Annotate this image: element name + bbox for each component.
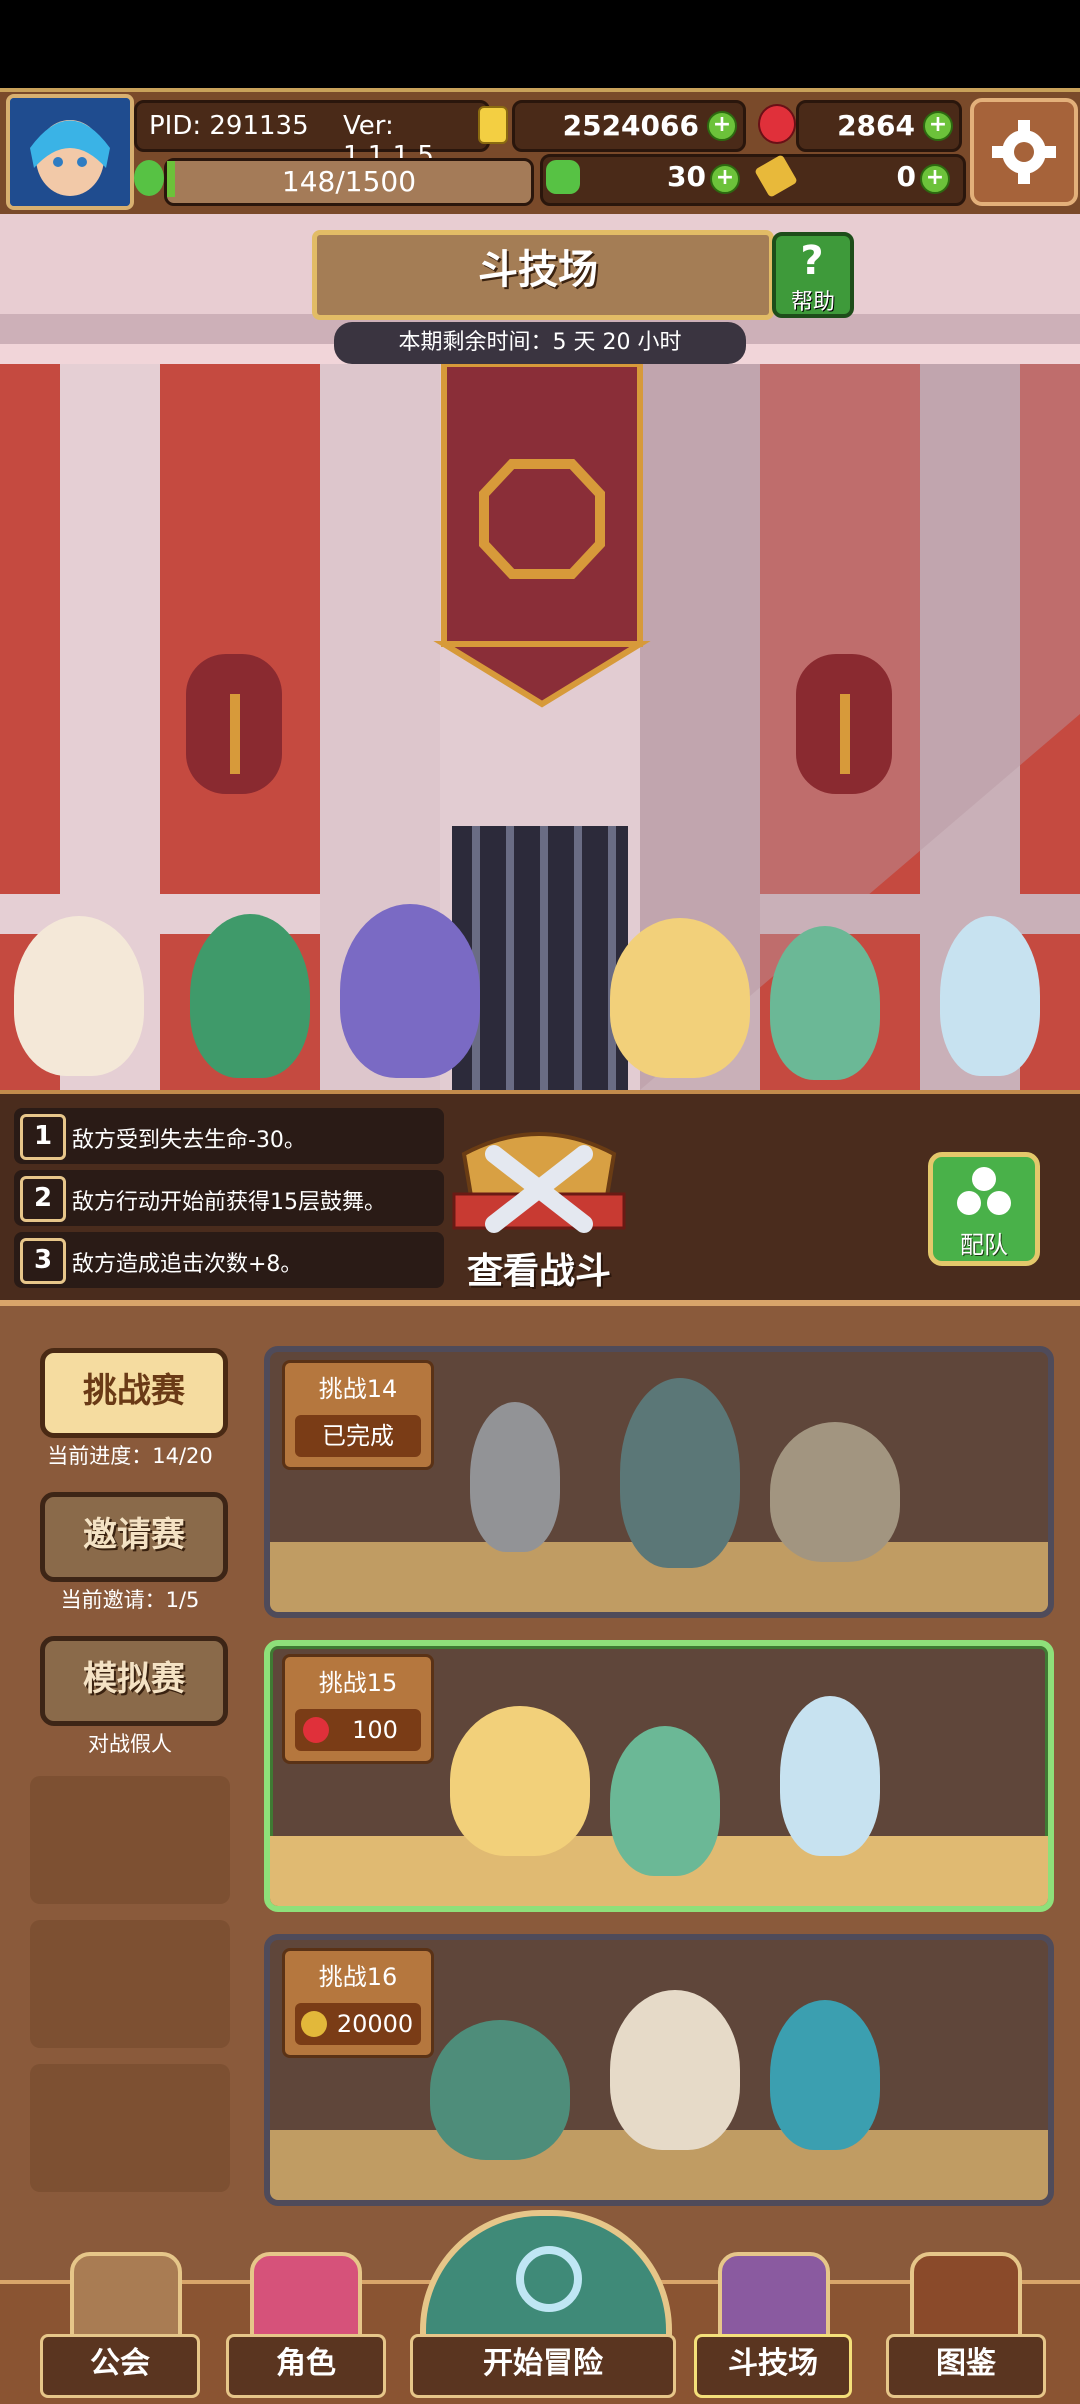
challenge-card-16[interactable]: 挑战16 20000 [264,1934,1054,2206]
gold-panel: 2524066 + [512,100,746,152]
challenge-card-15[interactable]: 挑战15 100 [264,1640,1054,1912]
team-icon [957,1167,1011,1215]
reward-amount: 20000 [336,2010,414,2038]
view-battle-button[interactable]: 查看战斗 [444,1124,634,1294]
stamina-clover-icon [134,160,164,196]
ruby-panel: 2864 + [796,100,962,152]
gold-amount: 2524066 [562,109,699,142]
challenge-title: 挑战16 [318,1963,398,1991]
pid-text: PID: 291135 [149,111,309,141]
key-amount: 0 [896,160,916,193]
character-ice-spirit[interactable] [940,916,1040,1076]
team-setup-button[interactable]: 配队 [928,1152,1040,1266]
player-info-panel: PID: 291135 Ver: 1.1.1.5 [134,100,490,171]
simulation-desc: 对战假人 [88,1732,172,1756]
gold-coin-icon [301,2011,327,2037]
challenge-reward: 100 [295,1709,421,1751]
nav-start-adventure[interactable]: 开始冒险 [410,2334,676,2398]
ruby-amount: 2864 [837,109,915,142]
nav-codex[interactable]: 图鉴 [886,2334,1046,2398]
nav-guild[interactable]: 公会 [40,2334,200,2398]
ruby-icon [303,1717,329,1743]
gear-icon [992,120,1056,184]
buff-number: 1 [20,1114,66,1160]
challenge-progress: 当前进度：14/20 [47,1444,213,1468]
buff-text: 敌方受到失去生命-30。 [72,1128,306,1153]
opponent-swordswoman [430,2020,570,2160]
challenge-title: 挑战14 [318,1375,398,1403]
ruby-icon [758,104,796,144]
challenge-reward: 20000 [295,2003,421,2045]
help-label: 帮助 [790,290,835,315]
challenge-card-14[interactable]: 挑战14 已完成 [264,1346,1054,1618]
opponent-mermaid [620,1378,740,1568]
opponent-blonde [770,1422,900,1562]
empty-slot [30,2064,230,2192]
buff-item: 2 敌方行动开始前获得15层鼓舞。 [14,1170,444,1226]
opponent-blonde [450,1706,590,1856]
crossed-swords-icon[interactable] [718,2252,830,2346]
mode-simulation-button[interactable]: 模拟赛 [40,1636,228,1726]
buff-text: 敌方造成追击次数+8。 [72,1252,303,1277]
gold-coin-icon [478,106,508,144]
character-icon[interactable] [250,2252,362,2346]
season-timer: 本期剩余时间：5 天 20 小时 [334,322,746,364]
nav-arena[interactable]: 斗技场 [694,2334,852,2398]
mode-challenge-button[interactable]: 挑战赛 [40,1348,228,1438]
nav-character[interactable]: 角色 [226,2334,386,2398]
settings-button[interactable] [970,98,1078,206]
book-icon[interactable] [910,2252,1022,2346]
mode-invite-button[interactable]: 邀请赛 [40,1492,228,1582]
character-blonde[interactable] [610,918,750,1078]
add-ruby-button[interactable]: + [923,111,953,141]
add-gold-button[interactable]: + [707,111,737,141]
arena-title: 斗技场 [478,247,598,293]
challenge-label: 挑战16 20000 [282,1948,434,2058]
buff-number: 2 [20,1176,66,1222]
guild-icon[interactable] [70,2252,182,2346]
invite-progress: 当前邀请：1/5 [60,1588,200,1612]
buff-item: 3 敌方造成追击次数+8。 [14,1232,444,1288]
opponent-queen [610,1990,740,2150]
avatar-portrait-icon [10,98,130,206]
buff-number: 3 [20,1238,66,1284]
opponent-ice-golem [770,2000,880,2150]
add-clover-button[interactable]: + [710,164,740,194]
character-queen[interactable] [14,916,144,1076]
empty-slot [30,1776,230,1904]
opponent-mouse-girl [610,1726,720,1876]
challenge-label: 挑战14 已完成 [282,1360,434,1470]
opponent-ghost [470,1402,560,1552]
buff-text: 敌方行动开始前获得15层鼓舞。 [72,1190,386,1215]
reward-amount: 100 [352,1716,398,1744]
team-label: 配队 [960,1231,1008,1259]
character-mouse-girl[interactable] [770,926,880,1080]
help-button[interactable]: ? 帮助 [772,232,854,318]
clover-icon [546,160,580,194]
question-icon: ? [800,238,824,284]
magnifier-lens [516,2246,582,2312]
player-avatar[interactable] [6,94,134,210]
view-battle-label: 查看战斗 [466,1251,611,1292]
challenge-title: 挑战15 [318,1669,398,1697]
character-knight[interactable] [340,904,480,1078]
challenge-label: 挑战15 100 [282,1654,434,1764]
character-bunny-girl[interactable] [190,914,310,1078]
clover-amount: 30 [667,160,706,193]
buff-item: 1 敌方受到失去生命-30。 [14,1108,444,1164]
challenge-status: 已完成 [295,1415,421,1457]
add-key-button[interactable]: + [920,164,950,194]
opponent-ice-spirit [780,1696,880,1856]
stamina-value: 148/1500 [281,165,417,198]
stamina-bar: 148/1500 [164,158,534,206]
empty-slot [30,1920,230,2048]
crossed-swords-icon [452,1132,626,1233]
